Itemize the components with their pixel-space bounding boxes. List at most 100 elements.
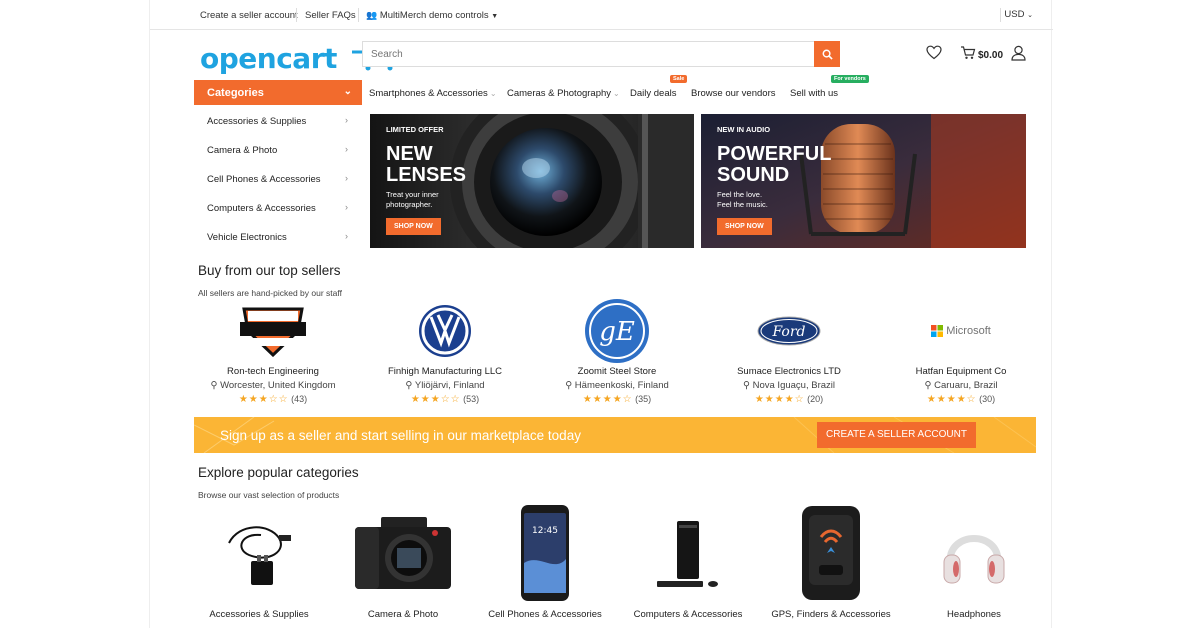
chevron-right-icon: › (345, 173, 348, 183)
categories-menu: Accessories & Supplies › Camera & Photo › … (194, 106, 362, 251)
seller-rating: ★★★★☆ (35) (531, 394, 703, 405)
wishlist-heart-icon[interactable] (926, 45, 942, 60)
popular-category-item[interactable]: 12:45 Cell Phones & Accessories (475, 502, 615, 620)
seller-card: Ron-tech Engineering ⚲ Worcester, United… (187, 298, 359, 405)
harley-davidson-logo[interactable] (187, 298, 359, 364)
volkswagen-logo[interactable] (359, 298, 531, 364)
seller-card: gE Zoomit Steel Store ⚲ Hämeenkoski, Fin… (531, 298, 703, 405)
category-item[interactable]: Camera & Photo › (194, 135, 362, 164)
banner-sub-line: Feel the music. (717, 200, 768, 209)
popular-subtitle: Browse our vast selection of products (198, 490, 340, 500)
banner-title: POWERFUL SOUND (717, 144, 831, 186)
demo-controls-dropdown[interactable]: 👥 MultiMerch demo controls ▼ (366, 10, 498, 21)
rating-count: (30) (979, 394, 996, 404)
popular-category-item[interactable]: Camera & Photo (333, 502, 473, 620)
rating-stars: ★★★★☆ (582, 394, 633, 405)
search-input[interactable] (363, 42, 803, 66)
search-button[interactable] (814, 41, 840, 67)
seller-name[interactable]: Hatfan Equipment Co (875, 366, 1047, 377)
category-item[interactable]: Cell Phones & Accessories › (194, 164, 362, 193)
microsoft-logo-graphic (931, 325, 944, 337)
currency-selector[interactable]: USD ⌄ (1004, 9, 1033, 20)
page: Create a seller account Seller FAQs 👥 Mu… (149, 0, 1053, 628)
banner-title: NEW LENSES (386, 144, 466, 186)
general-electric-logo[interactable]: gE (531, 298, 703, 364)
microsoft-logo-text: Microsoft (946, 325, 991, 337)
seller-location: ⚲ Worcester, United Kingdom (187, 380, 359, 391)
sellers-subtitle: All sellers are hand-picked by our staff (198, 288, 342, 298)
caret-down-icon: ▼ (491, 13, 499, 20)
top-bar: Create a seller account Seller FAQs 👥 Mu… (150, 0, 1053, 30)
category-item[interactable]: Computers & Accessories › (194, 193, 362, 222)
chevron-down-icon: ⌄ (489, 89, 497, 98)
popular-category-item[interactable]: GPS, Finders & Accessories (761, 502, 901, 620)
seller-card: Microsoft Hatfan Equipment Co ⚲ Caruaru,… (875, 298, 1047, 405)
seller-name[interactable]: Sumace Electronics LTD (703, 366, 875, 377)
chevron-right-icon: › (345, 202, 348, 212)
nav-cameras[interactable]: Cameras & Photography ⌄ (507, 88, 620, 99)
gps-tracker-image (761, 502, 901, 604)
banner-subtitle: Feel the love. Feel the music. (717, 190, 768, 210)
seller-name[interactable]: Finhigh Manufacturing LLC (359, 366, 531, 377)
map-pin-icon: ⚲ (565, 380, 573, 391)
category-label: Vehicle Electronics (207, 232, 287, 243)
map-pin-icon: ⚲ (210, 380, 218, 391)
search-bar (362, 41, 840, 67)
banner-sub-line: photographer. (386, 200, 433, 209)
nav-smartphones[interactable]: Smartphones & Accessories ⌄ (369, 88, 497, 99)
popular-category-item[interactable]: Accessories & Supplies (189, 502, 329, 620)
currency-label: USD (1004, 9, 1025, 20)
ford-logo[interactable]: Ford (703, 298, 875, 364)
nav-browse-vendors[interactable]: Browse our vendors (691, 88, 775, 99)
chevron-right-icon: › (345, 231, 348, 241)
lenses-banner[interactable]: LIMITED OFFER NEW LENSES Treat your inne… (370, 114, 694, 248)
nav-sell-with-us[interactable]: Sell with us (790, 88, 838, 99)
svg-text:Ford: Ford (771, 324, 805, 340)
chevron-down-icon: ⌄ (613, 89, 620, 98)
seller-rating: ★★★☆☆ (53) (359, 394, 531, 405)
seller-name[interactable]: Zoomit Steel Store (531, 366, 703, 377)
sellers-title: Buy from our top sellers (198, 263, 341, 278)
nav-daily-deals[interactable]: Daily deals (630, 88, 676, 99)
category-item[interactable]: Vehicle Electronics › (194, 222, 362, 251)
charger-cable-graphic (228, 526, 291, 585)
banner-sub-line: Feel the love. (717, 190, 763, 199)
search-icon (822, 49, 833, 60)
banner-kicker: NEW IN AUDIO (717, 125, 771, 134)
map-pin-icon: ⚲ (405, 380, 413, 391)
divider (296, 8, 297, 22)
users-icon: 👥 (366, 10, 378, 20)
microsoft-logo[interactable]: Microsoft (875, 298, 1047, 364)
chevron-right-icon: › (345, 115, 348, 125)
seller-location-text: Worcester, United Kingdom (220, 380, 336, 391)
popular-category-item[interactable]: Headphones (904, 502, 1044, 620)
rating-stars: ★★★★☆ (926, 394, 977, 405)
popular-category-label: Headphones (947, 609, 1001, 620)
logo-text: opencart (200, 42, 337, 75)
seller-location-text: Nova Iguaçu, Brazil (752, 380, 835, 391)
rating-count: (53) (463, 394, 480, 404)
shop-now-button[interactable]: SHOP NOW (386, 218, 441, 235)
popular-category-item[interactable]: Computers & Accessories (618, 502, 758, 620)
harley-davidson-logo-graphic (240, 307, 306, 357)
categories-toggle[interactable]: Categories ⌄ (194, 80, 362, 105)
sound-banner[interactable]: NEW IN AUDIO POWERFUL SOUND Feel the lov… (701, 114, 1026, 248)
category-item[interactable]: Accessories & Supplies › (194, 106, 362, 135)
seller-faqs-link[interactable]: Seller FAQs (305, 10, 356, 21)
cart-icon[interactable] (960, 45, 976, 60)
seller-rating: ★★★★☆ (20) (703, 394, 875, 405)
nav-label: Smartphones & Accessories (369, 88, 488, 99)
logo[interactable]: opencart (200, 42, 405, 75)
map-pin-icon: ⚲ (743, 380, 750, 391)
create-seller-account-button[interactable]: CREATE A SELLER ACCOUNT (817, 422, 976, 448)
chevron-down-icon: ⌄ (343, 86, 352, 97)
banner-sub-line: Treat your inner (386, 190, 439, 199)
cart-total[interactable]: $0.00 (978, 50, 1003, 61)
gps-tracker-graphic (802, 506, 860, 600)
create-seller-link[interactable]: Create a seller account (200, 10, 298, 21)
seller-name[interactable]: Ron-tech Engineering (187, 366, 359, 377)
account-icon[interactable] (1011, 45, 1026, 61)
divider (1000, 8, 1001, 22)
svg-text:gE: gE (599, 317, 635, 347)
shop-now-button[interactable]: SHOP NOW (717, 218, 772, 235)
